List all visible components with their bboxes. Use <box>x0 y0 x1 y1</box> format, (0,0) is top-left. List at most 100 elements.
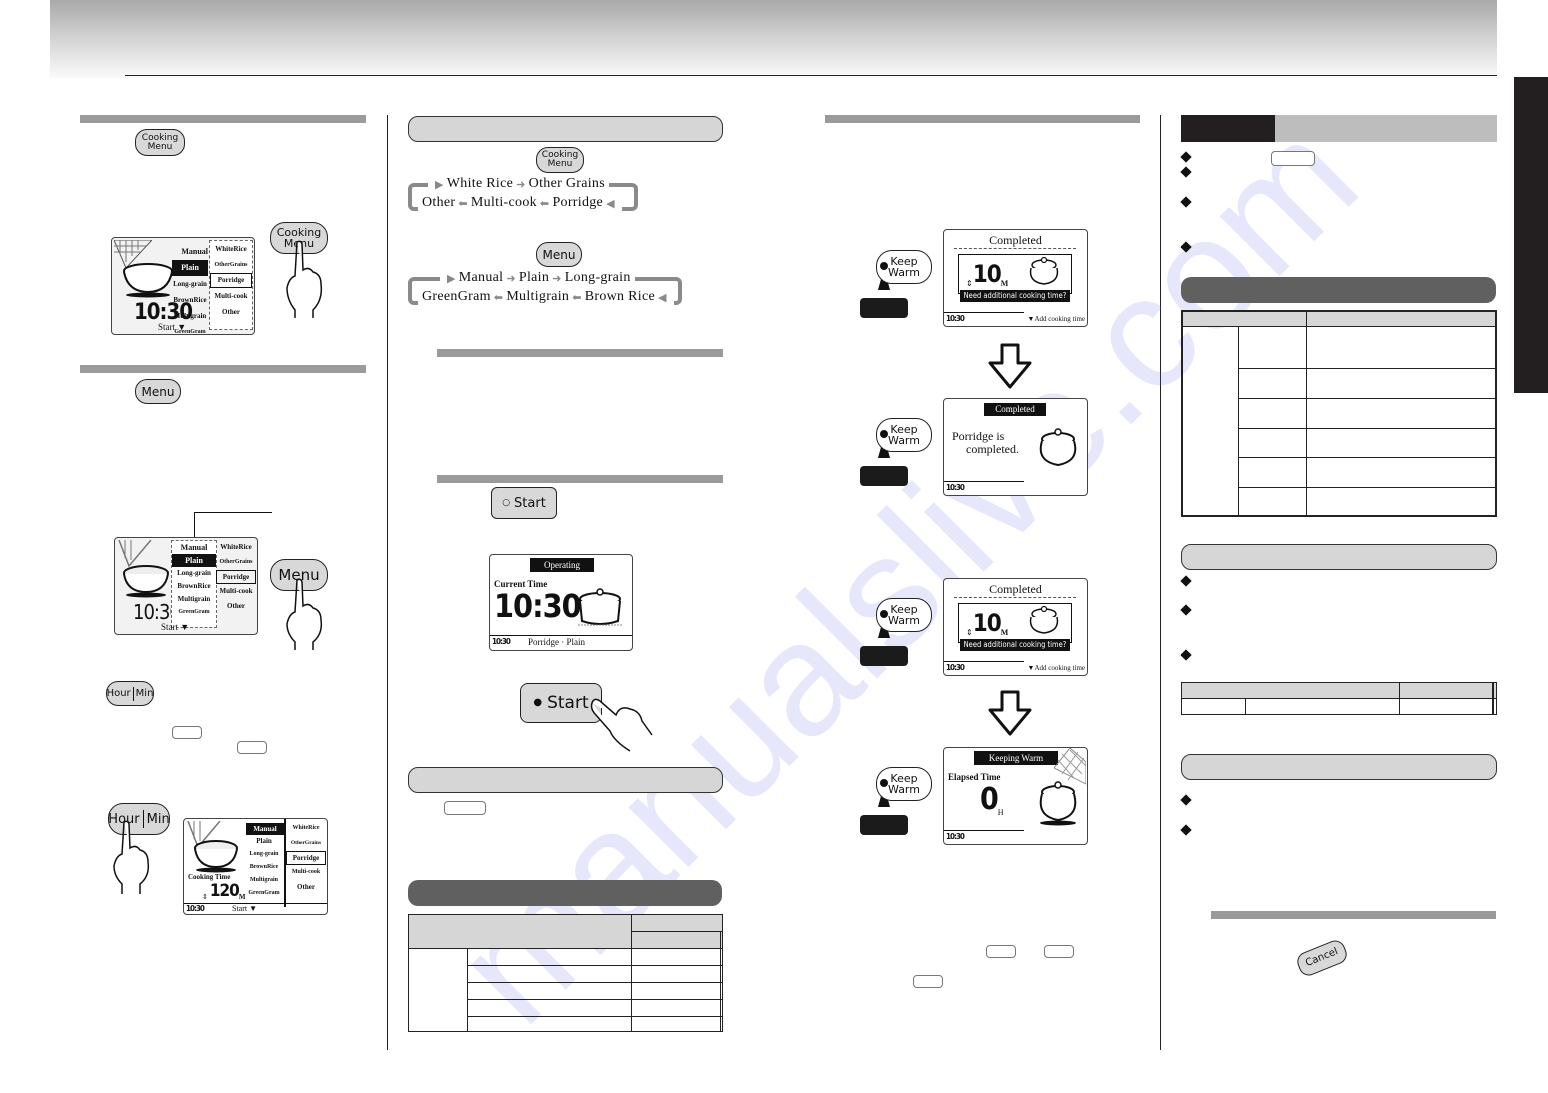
lcd-baseline <box>944 661 1024 662</box>
bullet-diamond-icon <box>1180 151 1192 163</box>
lamp-lit-label <box>860 646 908 666</box>
down-arrow-icon <box>988 343 1032 389</box>
table-cell <box>630 999 721 1017</box>
lcd-title: Completed <box>989 233 1042 247</box>
pressing-hand-icon <box>113 820 150 894</box>
step-bar <box>437 475 723 483</box>
lcd-menu-item: BrownRice <box>173 296 207 304</box>
lcd-display-completed: Completed Porridge is completed. 10:30 <box>943 398 1088 496</box>
table-header-cell <box>1181 310 1307 327</box>
table-cell <box>1398 698 1494 715</box>
table-cell <box>1238 325 1307 369</box>
label: Min <box>135 687 154 699</box>
pressing-hand-icon <box>286 578 323 650</box>
additional-time-value: 10 <box>972 609 1002 637</box>
arrow-right-icon: ➜ <box>516 178 526 191</box>
bullet-diamond-icon <box>1180 794 1192 806</box>
lcd-footer: Start ▼ <box>158 322 187 332</box>
lcd-menu-item: Multigrain <box>250 877 278 883</box>
table-cell <box>1181 698 1246 715</box>
menu-button-icon: Menu <box>135 379 181 404</box>
hour-min-button-icon: Hour Min <box>106 681 154 706</box>
additional-time-readout: ⇕ 10 M <box>966 260 1008 288</box>
header-rule <box>125 75 1497 76</box>
lcd-baseline <box>944 312 1024 313</box>
arrow-left-icon: ⬅ <box>458 197 468 210</box>
up-down-icon: ⇕ <box>966 279 973 288</box>
lcd-category-item: WhiteRice <box>292 825 320 831</box>
start-button-icon: ○ Start <box>491 487 557 519</box>
lcd-category-item: OtherGrains <box>214 262 248 268</box>
lcd-clock: 10:30 <box>492 637 511 646</box>
lcd-menu-item: BrownRice <box>249 864 279 870</box>
bullet-diamond-icon <box>1180 166 1192 178</box>
lcd-menu-item: Long-grain <box>249 851 279 857</box>
lcd-category-item: WhiteRice <box>220 543 252 551</box>
key-placeholder <box>444 801 486 815</box>
lcd-menu-item: Long-grain <box>173 280 207 288</box>
keep-warm-indicator: Keep Warm <box>860 598 932 668</box>
lcd-category-item: OtherGrains <box>219 559 253 565</box>
callout-line <box>194 512 272 513</box>
lcd-clock: 10:30 <box>946 483 965 492</box>
lcd-baseline <box>490 635 632 636</box>
table-cell <box>1238 427 1307 458</box>
section-header-pill <box>408 116 723 142</box>
lcd-footer: ▼Add cooking time <box>1027 664 1085 672</box>
lcd-category-list: WhiteRice OtherGrains Porridge Multi-coo… <box>216 540 256 614</box>
lcd-menu-item: Manual <box>180 543 208 552</box>
lcd-rule <box>954 597 1076 599</box>
lcd-category-list: WhiteRice OtherGrains Porridge Multi-coo… <box>209 240 253 330</box>
menu-cycle-top: ▶ Manual ➜ Plain ➜ Long-grain <box>440 270 635 286</box>
table-cell <box>630 948 721 966</box>
table-cell <box>630 982 721 1000</box>
table-cell <box>719 999 724 1017</box>
current-time-value: 10:30 <box>494 587 582 625</box>
table-cell <box>467 965 632 983</box>
table-cell <box>1238 397 1307 429</box>
step-bar <box>825 115 1140 123</box>
lcd-category-item: Multi-cook <box>291 869 321 875</box>
rice-bowl-icon <box>123 263 173 298</box>
additional-time-value: 10 <box>972 260 1002 288</box>
separator <box>132 686 134 701</box>
lcd-footer: Start ▼ <box>232 904 258 913</box>
table-cell <box>408 948 468 1032</box>
bullet-diamond-icon <box>1180 196 1192 208</box>
lcd-menu-item: GreenGram <box>248 890 280 896</box>
lcd-menu-item: Long-grain <box>177 569 211 577</box>
lcd-menu-list-highlighted: Manual Plain Long-grain BrownRice Multig… <box>171 540 217 628</box>
elapsed-time-unit: H <box>997 808 1004 817</box>
bullet-diamond-icon <box>1180 575 1192 587</box>
up-down-icon: ⇕ <box>202 893 208 901</box>
lcd-category-item: WhiteRice <box>215 245 247 253</box>
arrow-right-icon: ▶ <box>447 272 456 285</box>
table-cell <box>1306 367 1497 399</box>
table-cell <box>1306 456 1497 488</box>
indicator-off-icon: ○ <box>502 497 511 508</box>
lamp-lit-label <box>860 466 908 486</box>
bullet-diamond-icon <box>1180 241 1192 253</box>
indicator-lamp-icon <box>880 610 888 618</box>
lcd-title: Completed <box>984 403 1046 416</box>
keep-warm-label: Keep Warm <box>888 773 920 795</box>
label: Start <box>547 692 589 713</box>
section-tab-dark <box>1181 115 1275 142</box>
step-bar <box>80 365 366 373</box>
lcd-clock: 10:30 <box>186 904 205 913</box>
table-cell <box>1492 698 1497 715</box>
lcd-menu-list: Manual Plain Long-grain BrownRice Multig… <box>244 823 284 900</box>
arrow-left-icon: ⬅ <box>493 291 504 304</box>
label: Hour <box>106 687 131 699</box>
table-cell <box>467 1016 632 1032</box>
arrow-right-icon: ▶ <box>435 178 444 191</box>
table-header-cell <box>1398 682 1494 699</box>
label: Warm <box>888 266 920 279</box>
label: Warm <box>888 614 920 627</box>
arrow-left-icon: ⬅ <box>572 291 582 304</box>
indicator-on-icon: ● <box>533 697 543 708</box>
lcd-menu-item: BrownRice <box>177 582 211 590</box>
table-header-cell <box>630 931 721 949</box>
table-header-pill <box>1181 277 1496 303</box>
key-placeholder <box>1271 151 1315 166</box>
